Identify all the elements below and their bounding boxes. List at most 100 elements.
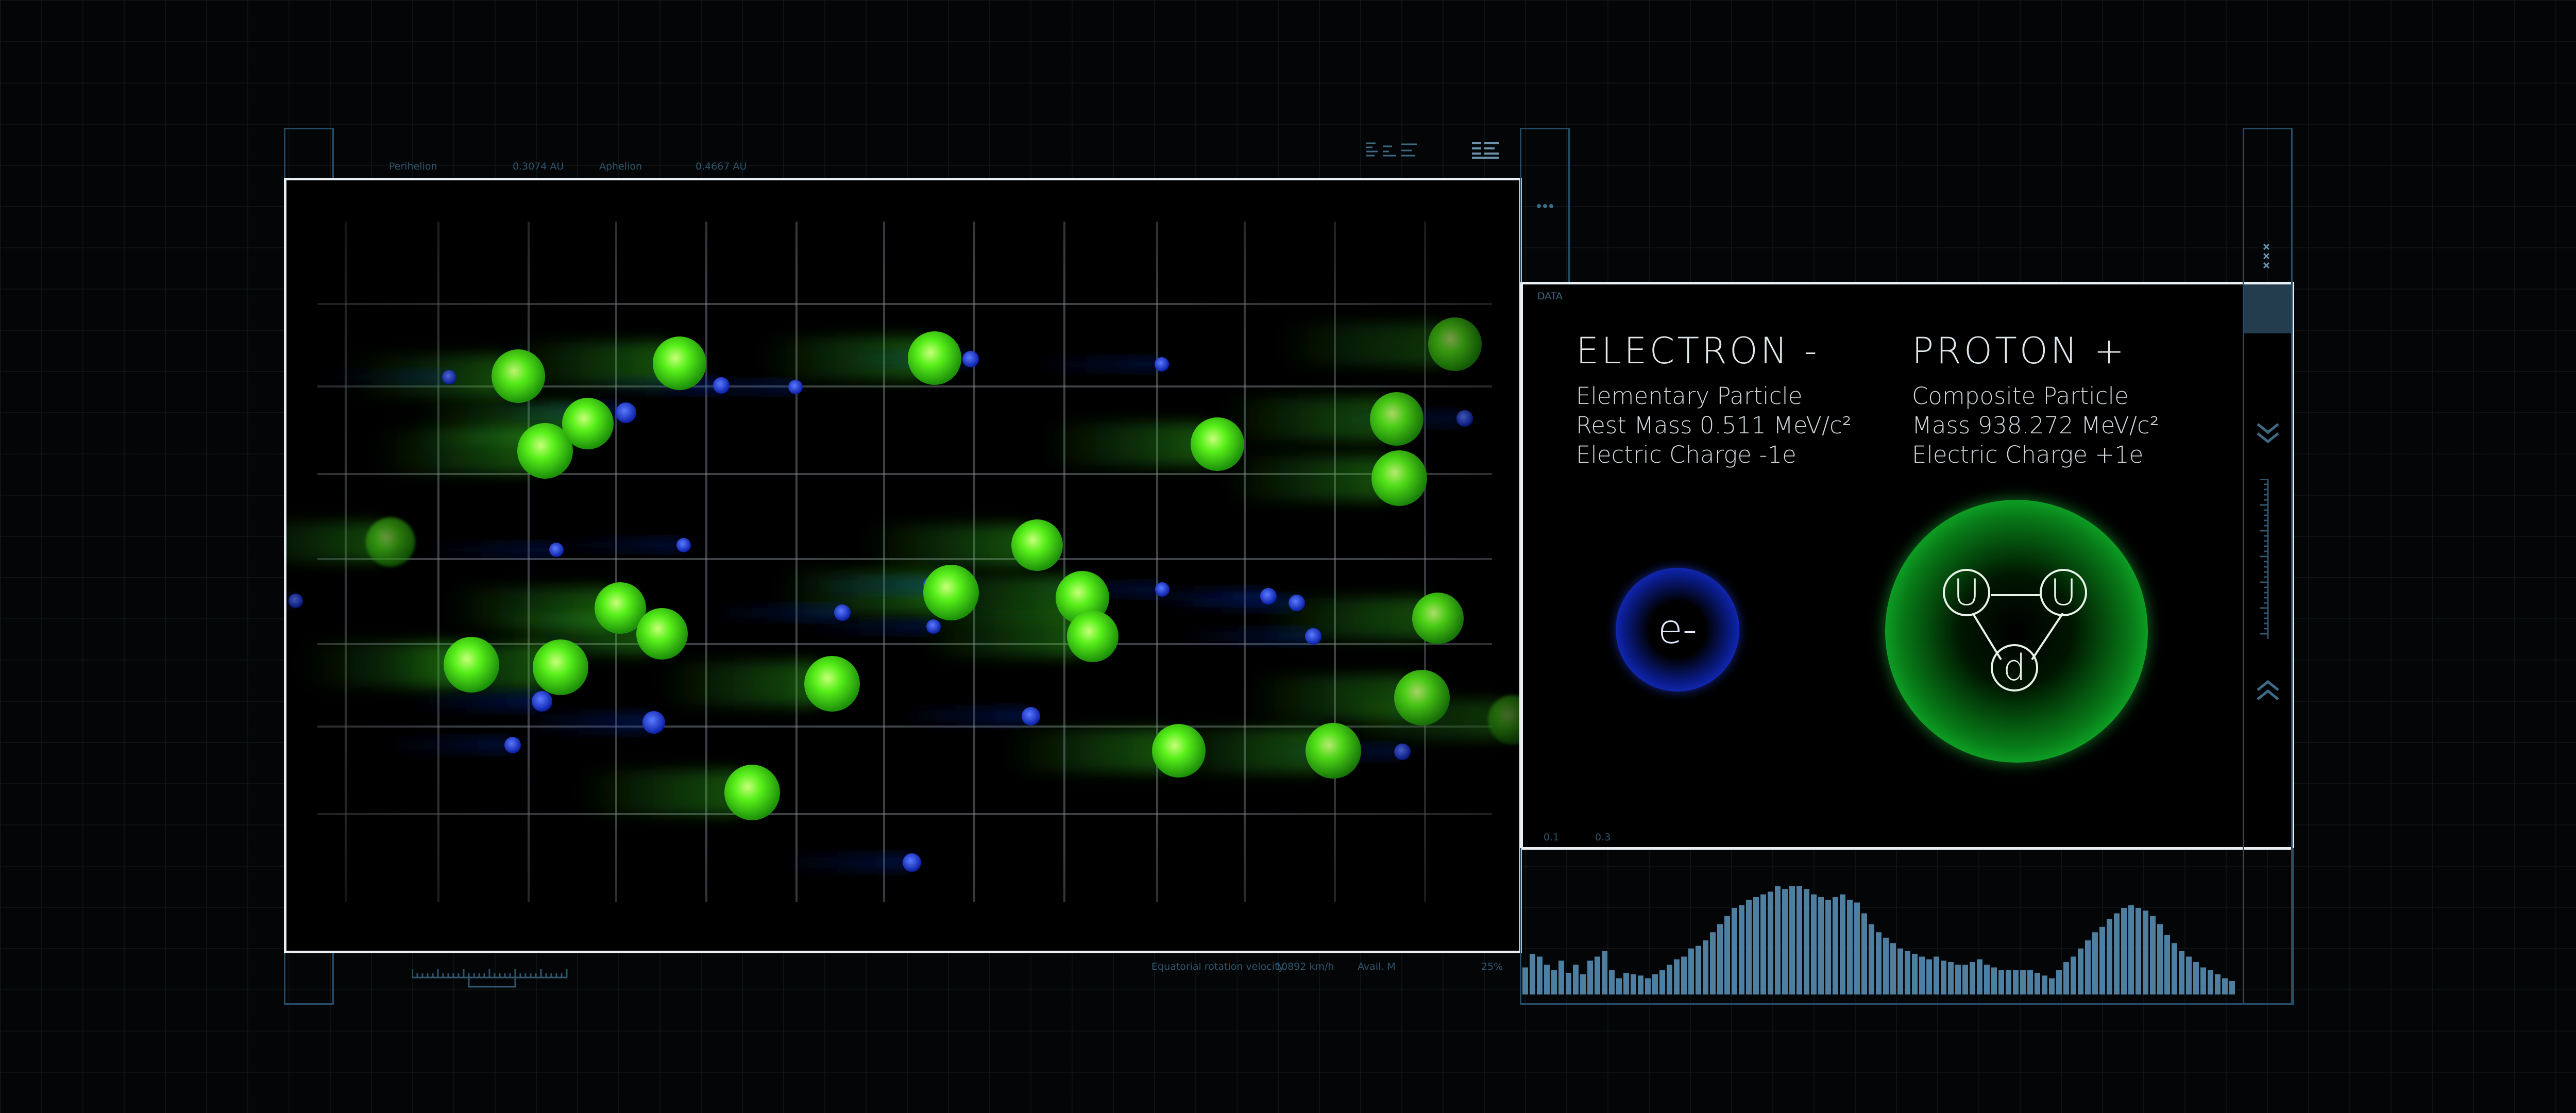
histogram-bar <box>1789 886 1795 994</box>
histogram-bar <box>2049 978 2055 994</box>
histogram-bar <box>1760 894 1766 994</box>
histogram-bar <box>1544 965 1550 994</box>
histogram-bar <box>1602 951 1607 994</box>
histogram-bar <box>2222 978 2228 994</box>
proton-mass: Mass 938.272 MeV/c² <box>1912 412 2159 439</box>
corner-label-1: 0.1 <box>1544 832 1560 843</box>
histogram-bar <box>1667 965 1672 994</box>
horizontal-scale-icon[interactable] <box>412 966 572 992</box>
histogram-bar <box>2085 940 2091 994</box>
histogram-bar <box>1573 965 1579 994</box>
histogram-bar <box>1659 970 1665 994</box>
proton-charge: Electric Charge +1e <box>1912 441 2144 468</box>
histogram-bar <box>1652 974 1658 994</box>
histogram-bar <box>2215 974 2221 994</box>
histogram-bar <box>1955 965 1961 994</box>
histogram-bar <box>2006 970 2011 994</box>
histogram-bar <box>1919 956 1925 994</box>
histogram-bar <box>2200 967 2206 994</box>
histogram-bar <box>1977 959 1982 994</box>
vertical-scale-icon[interactable] <box>2255 479 2281 644</box>
chevron-double-down-icon[interactable] <box>2255 420 2281 446</box>
histogram-bar <box>1558 960 1564 994</box>
histogram-bar <box>1962 965 1968 994</box>
histogram-bar <box>1566 973 1571 994</box>
histogram-bar <box>1696 946 1701 994</box>
histogram-bar <box>1587 960 1593 994</box>
histogram-bar <box>1580 974 1586 994</box>
list-menu-icon[interactable] <box>1471 140 1502 161</box>
histogram-bar <box>1912 954 1918 994</box>
histogram-bar <box>1739 905 1744 994</box>
data-tag: DATA <box>1537 291 1563 302</box>
histogram-bar <box>2172 943 2177 994</box>
histogram-bar <box>1897 948 1903 994</box>
histogram-bar <box>1847 900 1853 994</box>
histogram-bar <box>1905 951 1910 994</box>
particle-simulation-panel[interactable] <box>284 178 1522 953</box>
histogram-bar <box>2121 908 2127 994</box>
histogram-bar <box>1530 954 1535 994</box>
proton-diagram: U U d <box>1885 500 2148 763</box>
histogram-bar <box>1609 970 1615 994</box>
histogram-bar <box>2107 919 2112 994</box>
histogram-bar <box>2157 924 2163 994</box>
histogram-bar <box>1984 965 1990 994</box>
histogram-bar <box>1825 900 1831 994</box>
quark-up-2: U <box>2040 569 2087 616</box>
histogram-bar <box>1710 932 1716 994</box>
histogram-bar <box>2035 973 2040 994</box>
histogram-bar <box>1775 886 1781 994</box>
histogram-bar <box>1861 913 1867 994</box>
more-dots-icon[interactable] <box>1536 202 1557 212</box>
histogram-bar <box>1688 948 1694 994</box>
histogram-bar <box>1551 970 1557 994</box>
electron-symbol: e- <box>1657 606 1698 653</box>
avail-value: 25% <box>1481 961 1503 972</box>
histogram-bar <box>1537 956 1543 994</box>
histogram-bar <box>1717 924 1723 994</box>
histogram-bar <box>1854 902 1860 994</box>
chevron-double-up-icon[interactable] <box>2255 678 2281 703</box>
histogram-bar <box>1840 894 1845 994</box>
histogram-bar <box>1616 978 1622 994</box>
quark-down: d <box>1991 644 2038 692</box>
histogram-bar <box>2013 970 2019 994</box>
histogram-bar <box>1732 908 1737 994</box>
close-icon[interactable] <box>2260 242 2275 273</box>
histogram-bar <box>1926 959 1932 994</box>
histogram-bar <box>1522 967 1528 994</box>
proton-title: PROTON + <box>1912 330 2127 372</box>
histogram-bar <box>2186 956 2192 994</box>
histogram-bar <box>2136 908 2141 994</box>
histogram-bar <box>1876 932 1882 994</box>
histogram-bar <box>1941 960 1946 994</box>
mini-chart-icon[interactable] <box>1365 140 1427 161</box>
histogram-bar <box>1724 916 1730 994</box>
histogram-bar <box>1623 973 1629 994</box>
histogram-bar <box>2164 935 2170 994</box>
histogram-bar <box>1934 956 1939 994</box>
histogram-bar <box>1818 897 1824 994</box>
aphelion-label: Aphelion <box>599 161 642 172</box>
histogram-bar <box>2208 970 2213 994</box>
right-rail-tab[interactable] <box>2244 284 2291 333</box>
perihelion-label: Perihelion <box>389 161 437 172</box>
electron-title: ELECTRON - <box>1576 330 1820 372</box>
particle-info-panel: DATA ELECTRON - Elementary Particle Rest… <box>1520 282 2294 850</box>
histogram-bar <box>2027 970 2033 994</box>
histogram-bar <box>1890 943 1896 994</box>
hud-stage: Perihelion 0.3074 AU Aphelion 0.4667 AU … <box>0 0 2576 1113</box>
histogram-bar <box>2092 932 2098 994</box>
quark-up-1: U <box>1943 569 1990 616</box>
histogram-bar <box>1782 889 1788 994</box>
histogram-bar <box>2114 913 2120 994</box>
activity-histogram <box>1522 886 2235 994</box>
histogram-bar <box>2099 926 2105 994</box>
histogram-bar <box>1768 891 1773 994</box>
histogram-bar <box>1631 974 1636 994</box>
histogram-bar <box>1753 897 1759 994</box>
particle-field[interactable] <box>286 180 1519 951</box>
electron-type: Elementary Particle <box>1576 382 1803 410</box>
histogram-bar <box>2150 916 2156 994</box>
